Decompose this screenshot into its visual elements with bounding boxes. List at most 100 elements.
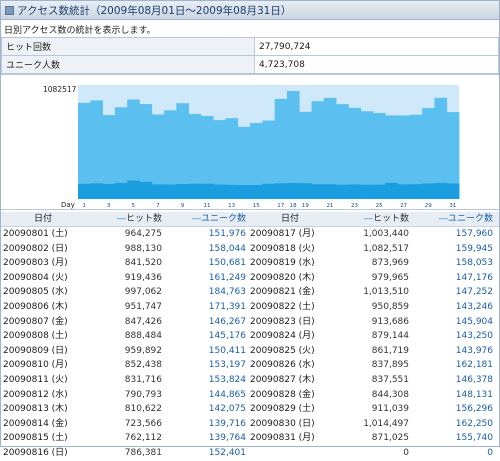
row-hits: 852,438 [124,360,162,371]
row-hits: 837,551 [371,374,409,385]
table-row: 20090805 (水) 997,062 184,763 20090821 (金) 1,… [1,285,499,300]
row-hits: 871,025 [371,433,409,444]
row-unique: 150,411 [208,345,246,356]
row-date: 20090813 (木) [3,404,68,415]
bar-unique [127,180,140,199]
bar-unique [262,183,276,199]
x-tick-label: 19 [302,203,309,209]
bar-unique [176,183,190,199]
bar-unique [78,183,91,199]
summary-value: 4,723,708 [254,55,499,74]
row-unique: 156,296 [455,404,493,415]
summary-row-unique: ユニーク人数 4,723,708 [1,55,499,74]
row-unique: 155,740 [455,433,493,444]
row-date: 20090818 (火) [250,243,315,254]
row-hits: 1,014,497 [363,418,409,429]
chart-svg: 10825171 3 5 7 9 11 13 15 17 18 19 21 23 25 27 29 31Day [43,85,460,209]
row-date: 20090810 (月) [3,360,68,371]
table-row: 20090806 (木) 951,747 171,391 20090822 (土) 95… [1,300,499,315]
row-hits: 837,895 [371,360,409,371]
row-date [248,446,332,461]
table-row: 20090811 (火) 831,716 153,824 20090827 (木) 83… [1,373,499,388]
bar-unique [102,183,116,199]
row-unique: 162,181 [455,360,493,371]
row-date: 20090831 (月) [250,433,315,444]
bar-unique [286,183,300,199]
bar-unique [422,183,435,199]
x-tick-label: 7 [156,203,160,209]
bar-unique [225,184,239,199]
panel-title-bar: アクセス数統計（2009年08月01日～2009年08月31日） [1,1,499,20]
row-unique: 143,250 [455,331,493,342]
row-hits: 1,013,510 [363,287,409,298]
table-row: 20090816 (日) 786,381 152,401 0 0 [1,446,499,461]
summary-value: 27,790,724 [254,37,499,56]
bar-unique [274,183,288,199]
bar-unique [372,184,386,199]
bar-unique [409,184,423,199]
row-date: 20090829 (土) [250,404,315,415]
row-unique: 161,249 [208,272,246,283]
row-unique: 0 [487,447,493,458]
row-date: 20090814 (金) [3,418,68,429]
description-text: 日別アクセス数の統計を表示します。 [4,26,156,36]
table-body: 20090801 (土) 964,275 151,976 20090817 (月) 1,… [1,227,499,461]
row-date: 20090812 (水) [3,389,68,400]
row-hits: 873,969 [371,258,409,269]
row-unique: 142,075 [208,404,246,415]
bar-unique [434,182,448,199]
table-row: 20090812 (水) 790,793 144,865 20090828 (金) 84… [1,388,499,403]
bar-unique [188,183,202,199]
row-unique: 146,378 [455,374,493,385]
row-date: 20090801 (土) [3,229,68,239]
row-unique: 147,176 [455,272,493,283]
table-row: 20090814 (金) 723,566 139,716 20090830 (日) 1,… [1,417,499,432]
row-hits: 988,130 [124,243,162,254]
header-unique: ―ユニーク数 [191,214,246,224]
bar-hits [323,97,337,199]
row-unique: 143,976 [455,345,493,356]
row-unique: 171,391 [208,301,246,312]
row-date: 20090805 (水) [3,287,68,298]
row-unique: 158,053 [455,258,493,269]
x-tick-label: 31 [449,203,456,209]
table-row: 20090803 (月) 841,520 150,681 20090819 (水) 87… [1,256,499,271]
row-unique: 152,401 [208,447,246,458]
table-row: 20090801 (土) 964,275 151,976 20090817 (月) 1,… [1,227,499,242]
row-date: 20090819 (水) [250,258,315,269]
table-row: 20090815 (土) 762,112 139,764 20090831 (月) 87… [1,431,499,446]
table-header: 日付 ―ヒット数 ―ユニーク数 日付 ―ヒット数 ―ユニーク数 [1,212,499,227]
table-row: 20090804 (火) 919,436 161,249 20090820 (木) 97… [1,271,499,286]
row-date: 20090807 (金) [3,316,68,327]
header-date: 日付 [280,214,299,224]
row-unique: 139,716 [208,418,246,429]
row-unique: 153,824 [208,374,246,385]
table-row: 20090813 (木) 810,622 142,075 20090829 (土) 91… [1,402,499,417]
table-row: 20090807 (金) 847,426 146,267 20090823 (日) 91… [1,315,499,330]
header-date: 日付 [33,214,52,224]
row-date: 20090806 (木) [3,301,68,312]
row-date: 20090830 (日) [250,418,315,429]
bar-unique [348,184,362,199]
row-hits: 911,039 [371,404,409,415]
row-hits: 1,003,440 [363,229,409,239]
header-hits: ―ヒット数 [116,214,162,224]
bar-unique [250,185,263,199]
row-unique: 146,267 [208,316,246,327]
row-date: 20090828 (金) [250,389,315,400]
row-date: 20090822 (土) [250,301,315,312]
row-unique: 147,252 [455,287,493,298]
row-date: 20090823 (日) [250,316,315,327]
row-unique: 184,763 [208,287,246,298]
bar-unique [114,182,128,199]
summary-row-hits: ヒット回数 27,790,724 [1,37,499,56]
x-axis-label: Day [61,201,75,209]
access-stats-panel: アクセス数統計（2009年08月01日～2009年08月31日） 日別アクセス数… [0,0,500,458]
x-tick-label: 15 [253,203,260,209]
row-date: 20090816 (日) [3,447,68,458]
bar-unique [213,184,226,199]
row-hits: 888,484 [124,331,162,342]
table-row: 20090808 (土) 888,484 145,176 20090824 (月) 87… [1,329,499,344]
bar-unique [446,183,460,199]
row-date: 20090808 (土) [3,331,68,342]
